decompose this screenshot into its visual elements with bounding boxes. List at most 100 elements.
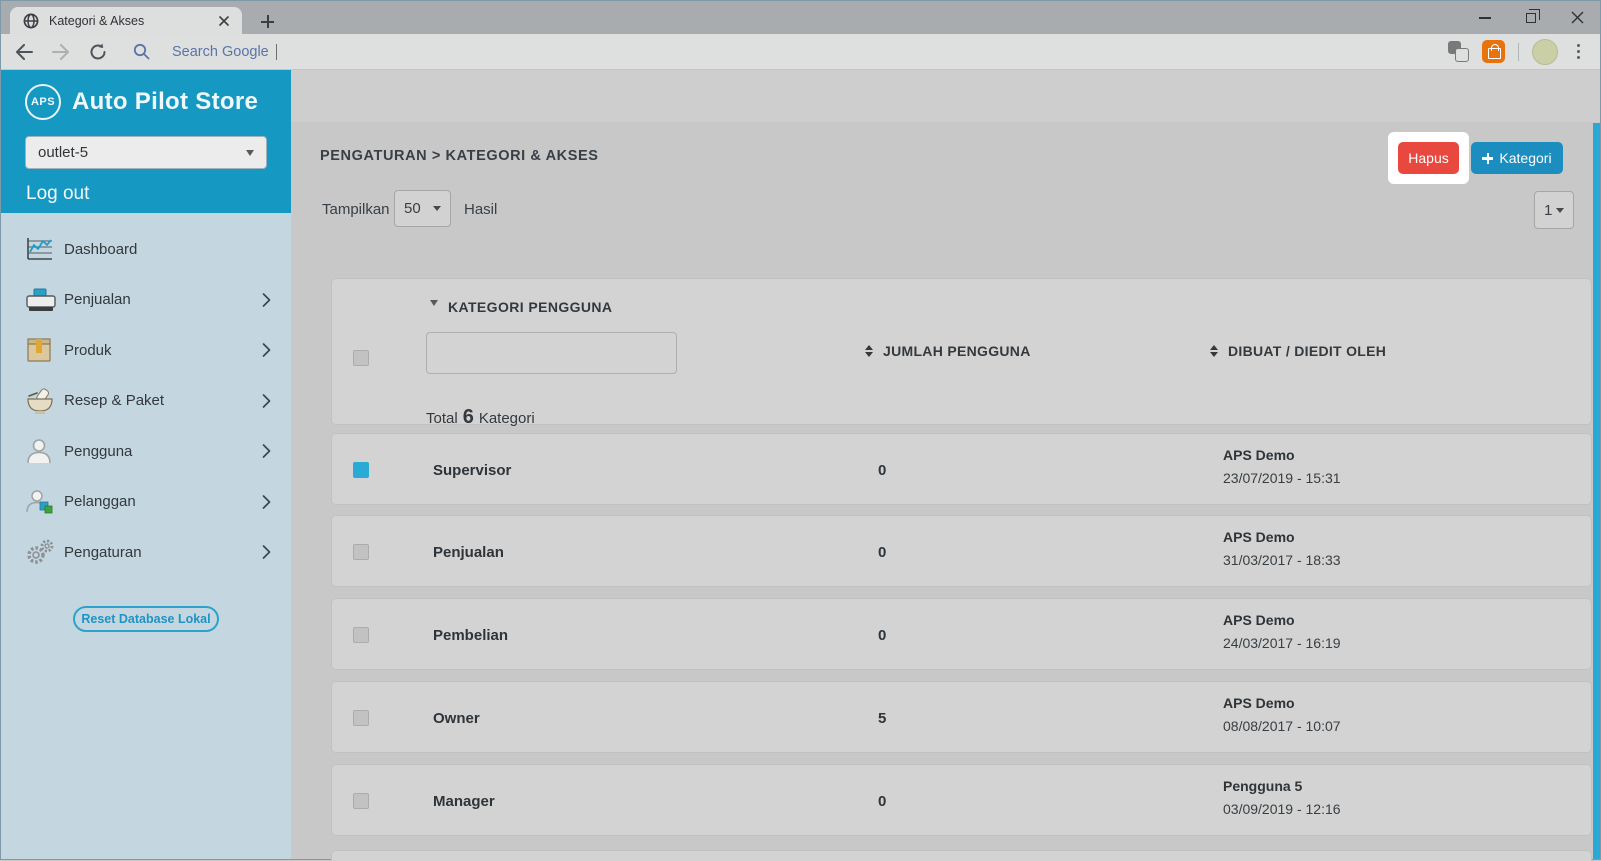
show-label: Tampilkan	[322, 201, 390, 218]
search-icon	[133, 43, 150, 60]
reload-button[interactable]	[89, 43, 107, 61]
extension-bag-icon[interactable]	[1482, 40, 1505, 63]
window-controls	[1462, 1, 1600, 34]
restore-button[interactable]	[1508, 1, 1554, 34]
table-row[interactable]: Manager 0 Pengguna 5 03/09/2019 - 12:16	[331, 764, 1592, 836]
sort-caret-icon[interactable]	[430, 300, 438, 324]
plus-icon	[1482, 152, 1494, 164]
new-tab-button[interactable]	[255, 9, 279, 33]
aps-logo: APS	[25, 84, 61, 120]
browser-window: { "browser": { "tab": { "title": "Katego…	[0, 0, 1601, 861]
close-button[interactable]	[1554, 1, 1600, 34]
edited-by: Pengguna 5	[1223, 778, 1303, 794]
user-count: 0	[878, 544, 887, 561]
address-bar[interactable]: Search Google	[133, 43, 1448, 60]
edited-date: 03/09/2019 - 12:16	[1223, 801, 1341, 817]
table-header-card: KATEGORI PENGGUNA Total 6 Kategori JUMLA…	[331, 278, 1592, 428]
table-row[interactable]: Owner 5 APS Demo 08/08/2017 - 10:07	[331, 681, 1592, 753]
delete-button[interactable]: Hapus	[1398, 142, 1459, 174]
browser-titlebar: Kategori & Akses	[1, 1, 1600, 34]
user-count: 0	[878, 462, 887, 479]
total-count: 6	[462, 406, 474, 428]
sidebar-item-pengguna[interactable]: Pengguna	[1, 426, 291, 477]
logout-link[interactable]: Log out	[26, 183, 291, 205]
browser-tab[interactable]: Kategori & Akses	[10, 7, 242, 34]
translate-icon[interactable]	[1448, 41, 1469, 62]
edited-by: APS Demo	[1223, 529, 1295, 545]
edited-date: 31/03/2017 - 18:33	[1223, 552, 1341, 568]
edited-by: APS Demo	[1223, 695, 1295, 711]
category-name: Owner	[433, 710, 480, 727]
row-checkbox[interactable]	[353, 710, 369, 726]
row-checkbox[interactable]	[353, 793, 369, 809]
sort-icon	[865, 345, 873, 357]
outlet-selector[interactable]: outlet-5	[25, 136, 267, 169]
sidebar-item-label: Resep & Paket	[64, 392, 165, 410]
category-filter-input[interactable]	[426, 332, 677, 374]
table-row[interactable]: Pembelian 0 APS Demo 24/03/2017 - 16:19	[331, 598, 1592, 670]
column-header-category[interactable]: KATEGORI PENGGUNA	[448, 299, 612, 315]
column-header-edited-by[interactable]: DIBUAT / DIEDIT OLEH	[1210, 343, 1386, 359]
table-row[interactable]: Supervisor 0 APS Demo 23/07/2019 - 15:31	[331, 433, 1592, 505]
mortar-pestle-icon	[25, 387, 59, 415]
page-number-select[interactable]: 1	[1534, 191, 1574, 229]
row-checkbox[interactable]	[353, 627, 369, 643]
user-icon	[25, 437, 59, 465]
globe-favicon-icon	[23, 13, 39, 29]
sidebar-item-pelanggan[interactable]: Pelanggan	[1, 477, 291, 528]
customer-icon	[25, 488, 59, 516]
breadcrumb: PENGATURAN > KATEGORI & AKSES	[320, 148, 599, 164]
sidebar-item-resep-paket[interactable]: Resep & Paket	[1, 376, 291, 427]
address-placeholder: Search Google	[172, 43, 269, 60]
sidebar-item-penjualan[interactable]: Penjualan	[1, 275, 291, 326]
app-topbar	[291, 70, 1600, 122]
user-count: 5	[878, 710, 887, 727]
column-header-count-label: JUMLAH PENGGUNA	[883, 343, 1031, 359]
main-content: PENGATURAN > KATEGORI & AKSES Hapus Kate…	[291, 70, 1600, 861]
sidebar-nav: Dashboard Penjualan Produk Resep & Paket	[1, 213, 291, 578]
chevron-right-icon	[262, 292, 271, 308]
minimize-icon	[1479, 16, 1491, 19]
back-button[interactable]	[15, 43, 33, 60]
table-row[interactable]: Penjualan 0 APS Demo 31/03/2017 - 18:33	[331, 515, 1592, 587]
row-checkbox[interactable]	[353, 462, 369, 478]
sidebar-item-label: Pengaturan	[64, 543, 142, 561]
outlet-selected-value: outlet-5	[38, 144, 89, 161]
edited-date: 08/08/2017 - 10:07	[1223, 718, 1341, 734]
category-name: Supervisor	[433, 462, 512, 479]
sidebar-item-dashboard[interactable]: Dashboard	[1, 224, 291, 275]
column-header-count[interactable]: JUMLAH PENGGUNA	[865, 343, 1031, 359]
category-name: Pembelian	[433, 627, 509, 644]
page-size-select[interactable]: 50	[394, 190, 451, 227]
category-name: Penjualan	[433, 544, 504, 561]
dashboard-chart-icon	[25, 236, 59, 262]
sort-icon	[1210, 345, 1218, 357]
toolbar-divider	[1518, 42, 1519, 61]
sidebar-header: APS Auto Pilot Store outlet-5 Log out	[1, 70, 291, 213]
forward-button[interactable]	[52, 43, 70, 60]
tab-close-icon[interactable]	[216, 13, 232, 29]
page-number-value: 1	[1544, 201, 1553, 219]
chevron-down-icon	[246, 149, 254, 156]
page-scrollbar[interactable]	[1593, 123, 1600, 859]
browser-menu-icon[interactable]	[1571, 40, 1586, 63]
chevron-right-icon	[262, 544, 271, 560]
brand-title: Auto Pilot Store	[72, 88, 259, 115]
sidebar-item-produk[interactable]: Produk	[1, 325, 291, 376]
edited-date: 23/07/2019 - 15:31	[1223, 470, 1341, 486]
profile-avatar[interactable]	[1532, 38, 1558, 65]
gears-icon	[25, 538, 59, 566]
reset-database-button[interactable]: Reset Database Lokal	[73, 605, 219, 632]
total-suffix: Kategori	[478, 410, 535, 427]
add-category-label: Kategori	[1499, 150, 1552, 166]
results-label: Hasil	[464, 201, 498, 218]
row-checkbox[interactable]	[353, 544, 369, 560]
minimize-button[interactable]	[1462, 1, 1508, 34]
select-all-checkbox[interactable]	[353, 350, 369, 366]
sidebar-item-label: Produk	[64, 341, 112, 359]
sidebar-item-pengaturan[interactable]: Pengaturan	[1, 527, 291, 578]
add-category-button[interactable]: Kategori	[1471, 142, 1563, 174]
plus-icon	[260, 14, 274, 28]
table-row-partial[interactable]	[331, 850, 1592, 861]
product-box-icon	[25, 337, 59, 363]
